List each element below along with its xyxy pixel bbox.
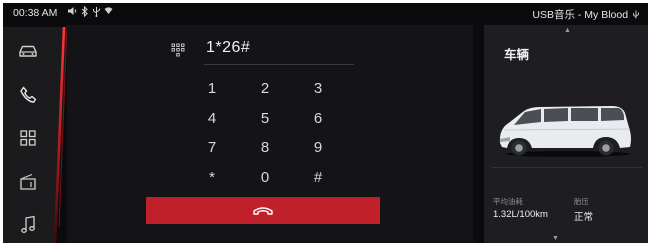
nav-rail	[3, 27, 52, 243]
key-0[interactable]: 0	[245, 166, 285, 190]
key-hash[interactable]: #	[298, 166, 338, 190]
key-5[interactable]: 5	[245, 107, 285, 131]
usb-small-icon	[633, 10, 639, 19]
head-unit-screen: 00:38 AM USB音乐 - My Blood 1*26# 1 2 3 4 …	[3, 3, 648, 243]
media-title: USB音乐 - My Blood	[532, 9, 629, 21]
accent-strip	[52, 27, 68, 243]
key-7[interactable]: 7	[192, 136, 232, 160]
wifi-icon	[104, 6, 113, 18]
clock: 00:38 AM	[13, 7, 58, 19]
bluetooth-icon	[81, 5, 89, 20]
radio-icon	[19, 173, 36, 190]
tire-pressure-label: 胎压	[574, 197, 589, 206]
nav-item-music[interactable]	[3, 205, 52, 243]
nav-item-radio[interactable]	[3, 162, 52, 202]
key-1[interactable]: 1	[192, 77, 232, 101]
dialer-panel: 1*26# 1 2 3 4 5 6 7 8 9 * 0 #	[67, 25, 473, 243]
status-bar: 00:38 AM USB音乐 - My Blood	[3, 3, 648, 24]
phone-icon	[19, 86, 36, 103]
nav-item-car[interactable]	[3, 31, 52, 71]
nav-item-apps[interactable]	[3, 118, 52, 158]
nav-item-phone[interactable]	[3, 75, 52, 115]
fuel-value: 1.32L/100km	[493, 209, 548, 220]
fuel-label: 平均油耗	[493, 197, 523, 206]
key-6[interactable]: 6	[298, 107, 338, 131]
card-divider	[492, 167, 642, 168]
key-2[interactable]: 2	[245, 77, 285, 101]
vehicle-image	[499, 106, 631, 157]
key-9[interactable]: 9	[298, 136, 338, 160]
dialpad-icon[interactable]	[171, 43, 185, 58]
car-icon	[18, 45, 37, 57]
key-star[interactable]: *	[192, 166, 232, 190]
usb-icon	[92, 6, 101, 20]
vehicle-title: 车辆	[504, 48, 530, 62]
media-status[interactable]: USB音乐 - My Blood	[532, 7, 640, 22]
scroll-down-icon[interactable]: ▼	[552, 235, 559, 242]
call-button[interactable]	[146, 197, 380, 224]
music-note-icon	[20, 215, 35, 233]
dialed-number[interactable]: 1*26#	[206, 39, 250, 57]
scroll-up-icon[interactable]: ▲	[564, 27, 571, 34]
tire-pressure-value: 正常	[574, 212, 594, 223]
key-3[interactable]: 3	[298, 77, 338, 101]
grid-icon	[19, 130, 36, 146]
hang-up-icon	[253, 206, 273, 215]
key-4[interactable]: 4	[192, 107, 232, 131]
number-underline	[204, 64, 354, 65]
speaker-icon	[67, 6, 78, 19]
vehicle-card[interactable]: ▲ 车辆 平均油耗 1.32L/100km 胎压 正常 ▼	[484, 25, 648, 243]
key-8[interactable]: 8	[245, 136, 285, 160]
